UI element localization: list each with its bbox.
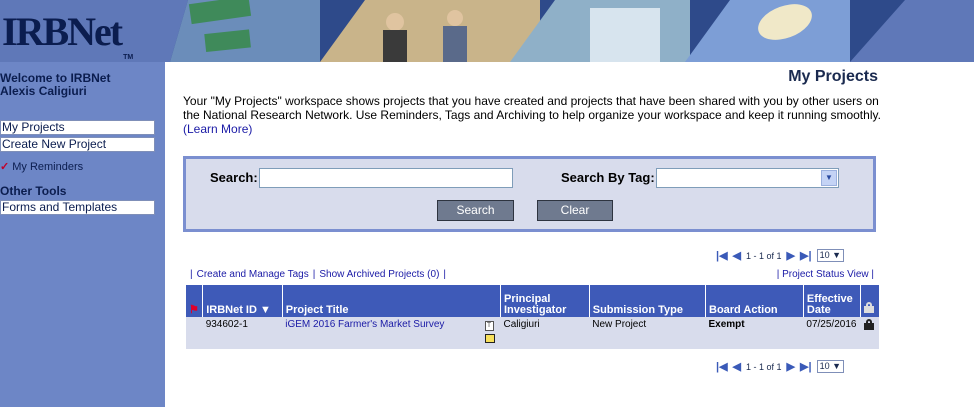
id-header-label: IRBNet ID — [206, 304, 257, 316]
sidebar-item-forms-and-templates[interactable]: Forms and Templates — [0, 200, 155, 215]
title-cell: iGEM 2016 Farmer's Market Survey T — [282, 317, 501, 349]
sidebar-item-label: My Projects — [2, 120, 65, 134]
welcome-text: Welcome to IRBNet Alexis Caligiuri — [0, 72, 110, 98]
search-input[interactable] — [259, 168, 513, 188]
show-archived-link[interactable]: Show Archived Projects (0) — [319, 269, 439, 280]
table-links: | Create and Manage Tags | Show Archived Pr… — [186, 269, 450, 280]
chevron-down-icon: ▼ — [821, 170, 837, 186]
per-page-value: 10 — [819, 250, 830, 260]
divider: | — [776, 269, 780, 280]
table-header-row: ⚑ IRBNet ID ▼ Project Title Principal In… — [186, 285, 879, 317]
pi-cell: Caligiuri — [500, 317, 590, 349]
sidebar-item-label: Forms and Templates — [2, 200, 118, 214]
lock-column-header — [860, 285, 879, 317]
sidebar-item-label: Create New Project — [2, 137, 107, 151]
tag-icon[interactable]: T — [484, 321, 494, 331]
create-manage-tags-link[interactable]: Create and Manage Tags — [197, 269, 309, 280]
intro-text: Your "My Projects" workspace shows proje… — [183, 94, 883, 136]
pi-header-label: Principal Investigator — [504, 293, 567, 316]
header: IRBNetTM — [0, 0, 974, 62]
sidebar: Welcome to IRBNet Alexis Caligiuri My Pr… — [0, 62, 165, 407]
title-column-header[interactable]: Project Title — [282, 285, 502, 317]
pi-column-header[interactable]: Principal Investigator — [500, 285, 590, 317]
project-status-view-link[interactable]: Project Status View — [782, 269, 869, 280]
type-column-header[interactable]: Submission Type — [589, 285, 707, 317]
sort-down-icon: ▼ — [259, 304, 271, 316]
clear-button[interactable]: Clear — [537, 200, 613, 221]
flag-icon: ✓ — [0, 161, 10, 173]
lock-cell[interactable] — [860, 317, 879, 349]
row-icons: T — [484, 319, 495, 346]
table-row[interactable]: 934602-1 iGEM 2016 Farmer's Market Surve… — [186, 317, 879, 349]
divider: | — [190, 269, 193, 280]
board-action-cell: Exempt — [705, 317, 804, 349]
date-column-header[interactable]: Effective Date — [803, 285, 862, 317]
user-name: Alexis Caligiuri — [0, 84, 87, 98]
prev-page-icon[interactable]: ◀ — [733, 249, 741, 262]
header-banner-image — [170, 0, 974, 62]
per-page-value: 10 — [819, 361, 830, 371]
last-page-icon[interactable]: ▶| — [800, 360, 812, 373]
per-page-select[interactable]: 10 ▼ — [816, 249, 844, 262]
date-header-label: Effective Date — [806, 293, 853, 316]
intro-body: Your "My Projects" workspace shows proje… — [183, 94, 881, 122]
per-page-select[interactable]: 10 ▼ — [816, 360, 844, 373]
flag-icon: ⚑ — [189, 304, 199, 316]
pager-top: |◀ ◀ 1 - 1 of 1 ▶ ▶| 10 ▼ — [716, 249, 844, 262]
projects-table: ⚑ IRBNet ID ▼ Project Title Principal In… — [186, 285, 879, 349]
id-cell: 934602-1 — [202, 317, 283, 349]
first-page-icon[interactable]: |◀ — [716, 249, 728, 262]
last-page-icon[interactable]: ▶| — [800, 249, 812, 262]
note-icon[interactable] — [484, 334, 495, 343]
lock-icon — [863, 319, 874, 330]
next-page-icon[interactable]: ▶ — [787, 360, 795, 373]
lock-icon — [864, 302, 875, 313]
flag-cell[interactable] — [186, 317, 203, 349]
type-cell: New Project — [589, 317, 706, 349]
title-header-label: Project Title — [285, 304, 349, 316]
sidebar-item-create-new-project[interactable]: Create New Project — [0, 137, 155, 152]
flag-column-header[interactable]: ⚑ — [186, 285, 204, 317]
action-header-label: Board Action — [709, 304, 778, 316]
status-view-links: | Project Status View | — [777, 269, 874, 280]
sidebar-item-my-reminders[interactable]: ✓ My Reminders — [0, 160, 83, 173]
date-cell: 07/25/2016 — [803, 317, 861, 349]
divider: | — [443, 269, 447, 280]
irbnet-logo[interactable]: IRBNetTM — [2, 8, 133, 61]
search-panel: Search: Search By Tag: ▼ Search Clear — [183, 156, 876, 232]
pager-bottom: |◀ ◀ 1 - 1 of 1 ▶ ▶| 10 ▼ — [716, 360, 844, 373]
page-title: My Projects — [788, 68, 878, 85]
tag-select[interactable]: ▼ — [656, 168, 839, 188]
sidebar-item-my-projects[interactable]: My Projects — [0, 120, 155, 135]
divider: | — [871, 269, 874, 280]
action-column-header[interactable]: Board Action — [705, 285, 804, 317]
other-tools-heading: Other Tools — [0, 184, 67, 198]
logo-text: IRBNet — [2, 9, 123, 54]
next-page-icon[interactable]: ▶ — [787, 249, 795, 262]
prev-page-icon[interactable]: ◀ — [733, 360, 741, 373]
sidebar-item-label: My Reminders — [12, 161, 84, 173]
search-label: Search: — [210, 170, 258, 185]
type-header-label: Submission Type — [592, 304, 683, 316]
project-title-link[interactable]: iGEM 2016 Farmer's Market Survey — [285, 319, 444, 330]
logo-trademark: TM — [123, 54, 134, 61]
search-by-tag-label: Search By Tag: — [561, 170, 655, 185]
search-button[interactable]: Search — [437, 200, 514, 221]
learn-more-link[interactable]: (Learn More) — [183, 122, 252, 136]
page: IRBNetTM Welcome to IRBNet Alexis Caligi… — [0, 0, 974, 407]
divider: | — [312, 269, 316, 280]
first-page-icon[interactable]: |◀ — [716, 360, 728, 373]
id-column-header[interactable]: IRBNet ID ▼ — [202, 285, 283, 317]
pager-range: 1 - 1 of 1 — [746, 250, 782, 261]
pager-range: 1 - 1 of 1 — [746, 361, 782, 372]
